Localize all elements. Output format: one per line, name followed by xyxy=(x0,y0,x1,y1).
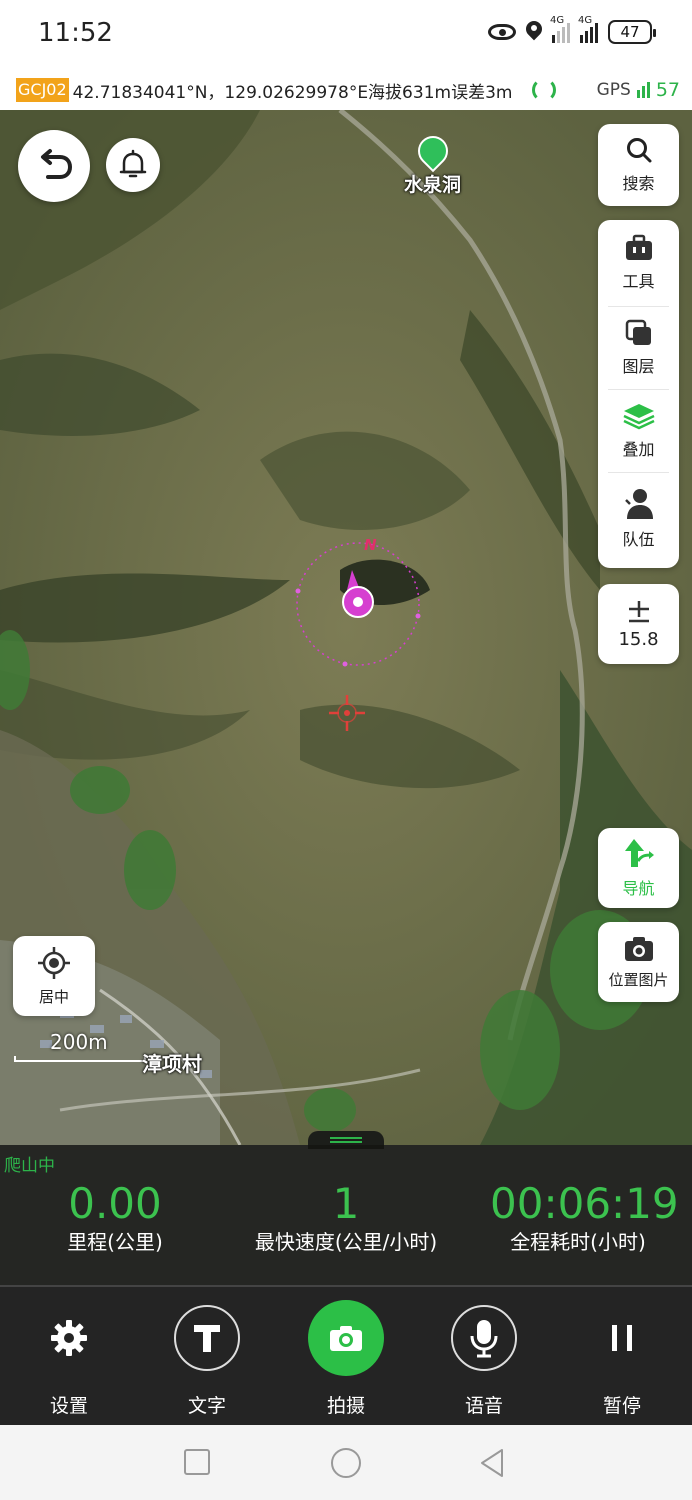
status-bar: 11:52 4G 4G 47 xyxy=(0,0,692,70)
text-glyph xyxy=(194,1325,220,1352)
search-button[interactable]: 搜索 xyxy=(598,124,679,206)
crosshair-icon xyxy=(329,695,365,731)
location-icon xyxy=(526,21,542,43)
search-icon xyxy=(626,138,651,163)
max-speed-label: 最快速度(公里/小时) xyxy=(254,1230,438,1254)
microphone-glyph xyxy=(470,1320,498,1358)
track-stats-panel: 爬山中 0.00 里程(公里) 1 最快速度(公里/小时) 00:06:19 全… xyxy=(0,1145,692,1285)
recent-apps-icon[interactable] xyxy=(184,1449,210,1475)
scale-label: 200m xyxy=(50,1030,108,1054)
microphone-icon xyxy=(451,1305,517,1371)
overlay-button[interactable]: 叠加 xyxy=(598,390,679,472)
battery-icon: 47 xyxy=(608,20,656,44)
signal-icon-2: 4G xyxy=(578,15,598,43)
distance-value: 0.00 xyxy=(68,1179,162,1228)
text-button[interactable]: 文字 xyxy=(157,1305,257,1418)
coordinate-bar: GCJ02 42.71834041°N，129.02629978°E海拔631m… xyxy=(0,70,692,110)
plus-icon xyxy=(628,600,649,622)
duration-stat: 00:06:19 全程耗时(小时) xyxy=(490,1179,679,1255)
pause-button[interactable]: 暂停 xyxy=(572,1305,672,1418)
compass-north-label: N xyxy=(364,536,377,554)
max-speed-value: 1 xyxy=(332,1179,360,1228)
gps-status: GPS 57 xyxy=(596,79,680,101)
text-icon xyxy=(174,1305,240,1371)
satellite-map[interactable]: 水泉洞 搜索 工具 图层 叠加 队伍 15.8 N 导航 位置图片 居中 200… xyxy=(0,110,692,1145)
navigate-panel: 导航 xyxy=(598,828,679,908)
voice-button[interactable]: 语音 xyxy=(434,1305,534,1418)
location-photo-button[interactable]: 位置图片 xyxy=(598,922,679,1002)
zoom-level: 15.8 xyxy=(618,628,659,650)
tools-panel: 工具 图层 叠加 队伍 xyxy=(598,220,679,568)
eye-icon xyxy=(488,24,516,40)
duration-value: 00:06:19 xyxy=(490,1179,679,1228)
gear-glyph xyxy=(51,1320,87,1356)
activity-mode: 爬山中 xyxy=(4,1156,55,1176)
max-speed-stat: 1 最快速度(公里/小时) xyxy=(236,1179,456,1255)
locate-icon xyxy=(38,946,70,979)
navigate-button[interactable]: 导航 xyxy=(598,828,679,908)
scale-bar xyxy=(14,1056,146,1062)
gear-icon xyxy=(36,1305,102,1371)
coordinate-readout: 42.71834041°N，129.02629978°E海拔631m误差3m xyxy=(72,82,513,103)
satellite-count: 57 xyxy=(655,79,680,101)
tools-button[interactable]: 工具 xyxy=(598,220,679,306)
settings-button[interactable]: 设置 xyxy=(19,1305,119,1418)
refresh-icon[interactable] xyxy=(532,78,556,102)
camera-glyph xyxy=(330,1326,362,1351)
shoot-button[interactable]: 拍摄 xyxy=(296,1300,396,1418)
coordinate-system-badge[interactable]: GCJ02 xyxy=(16,78,69,102)
team-button[interactable]: 队伍 xyxy=(598,473,679,563)
bottom-toolbar: 设置 文字 拍摄 语音 暂停 xyxy=(0,1285,692,1425)
home-icon[interactable] xyxy=(331,1448,361,1478)
village-label: 漳项村 xyxy=(142,1052,202,1076)
status-icons: 4G 4G 47 xyxy=(488,15,656,44)
person-icon xyxy=(624,489,653,519)
camera-shoot-icon xyxy=(308,1300,384,1376)
back-button[interactable] xyxy=(18,130,90,202)
zoom-panel: 15.8 xyxy=(598,584,679,664)
mountain-poi-icon xyxy=(411,129,454,173)
back-arrow-icon xyxy=(41,149,73,179)
layers-button[interactable]: 图层 xyxy=(598,307,679,389)
stack-icon xyxy=(622,404,655,430)
notification-button[interactable] xyxy=(106,138,160,192)
pause-glyph xyxy=(612,1325,632,1351)
navigation-arrow-icon xyxy=(624,839,654,867)
location-compass xyxy=(295,542,421,667)
signal-icon: 4G xyxy=(550,15,570,43)
distance-label: 里程(公里) xyxy=(67,1230,163,1254)
zoom-in-button[interactable]: 15.8 xyxy=(598,584,679,664)
center-button[interactable]: 居中 xyxy=(13,936,95,1016)
poi-marker[interactable]: 水泉洞 xyxy=(404,129,462,197)
system-nav-bar xyxy=(0,1425,692,1500)
layers-icon xyxy=(625,319,651,345)
toolbox-icon xyxy=(625,234,652,260)
back-nav-icon[interactable] xyxy=(478,1447,506,1479)
location-photo-panel: 位置图片 xyxy=(598,922,679,1002)
search-panel: 搜索 xyxy=(598,124,679,206)
distance-stat: 0.00 里程(公里) xyxy=(40,1179,190,1255)
gps-signal-icon xyxy=(636,82,650,98)
camera-icon xyxy=(624,936,653,961)
pause-icon xyxy=(589,1305,655,1371)
duration-label: 全程耗时(小时) xyxy=(510,1230,646,1254)
clock: 11:52 xyxy=(38,18,113,48)
bell-icon xyxy=(119,149,147,178)
center-panel: 居中 xyxy=(13,936,95,1016)
poi-label: 水泉洞 xyxy=(404,174,462,196)
